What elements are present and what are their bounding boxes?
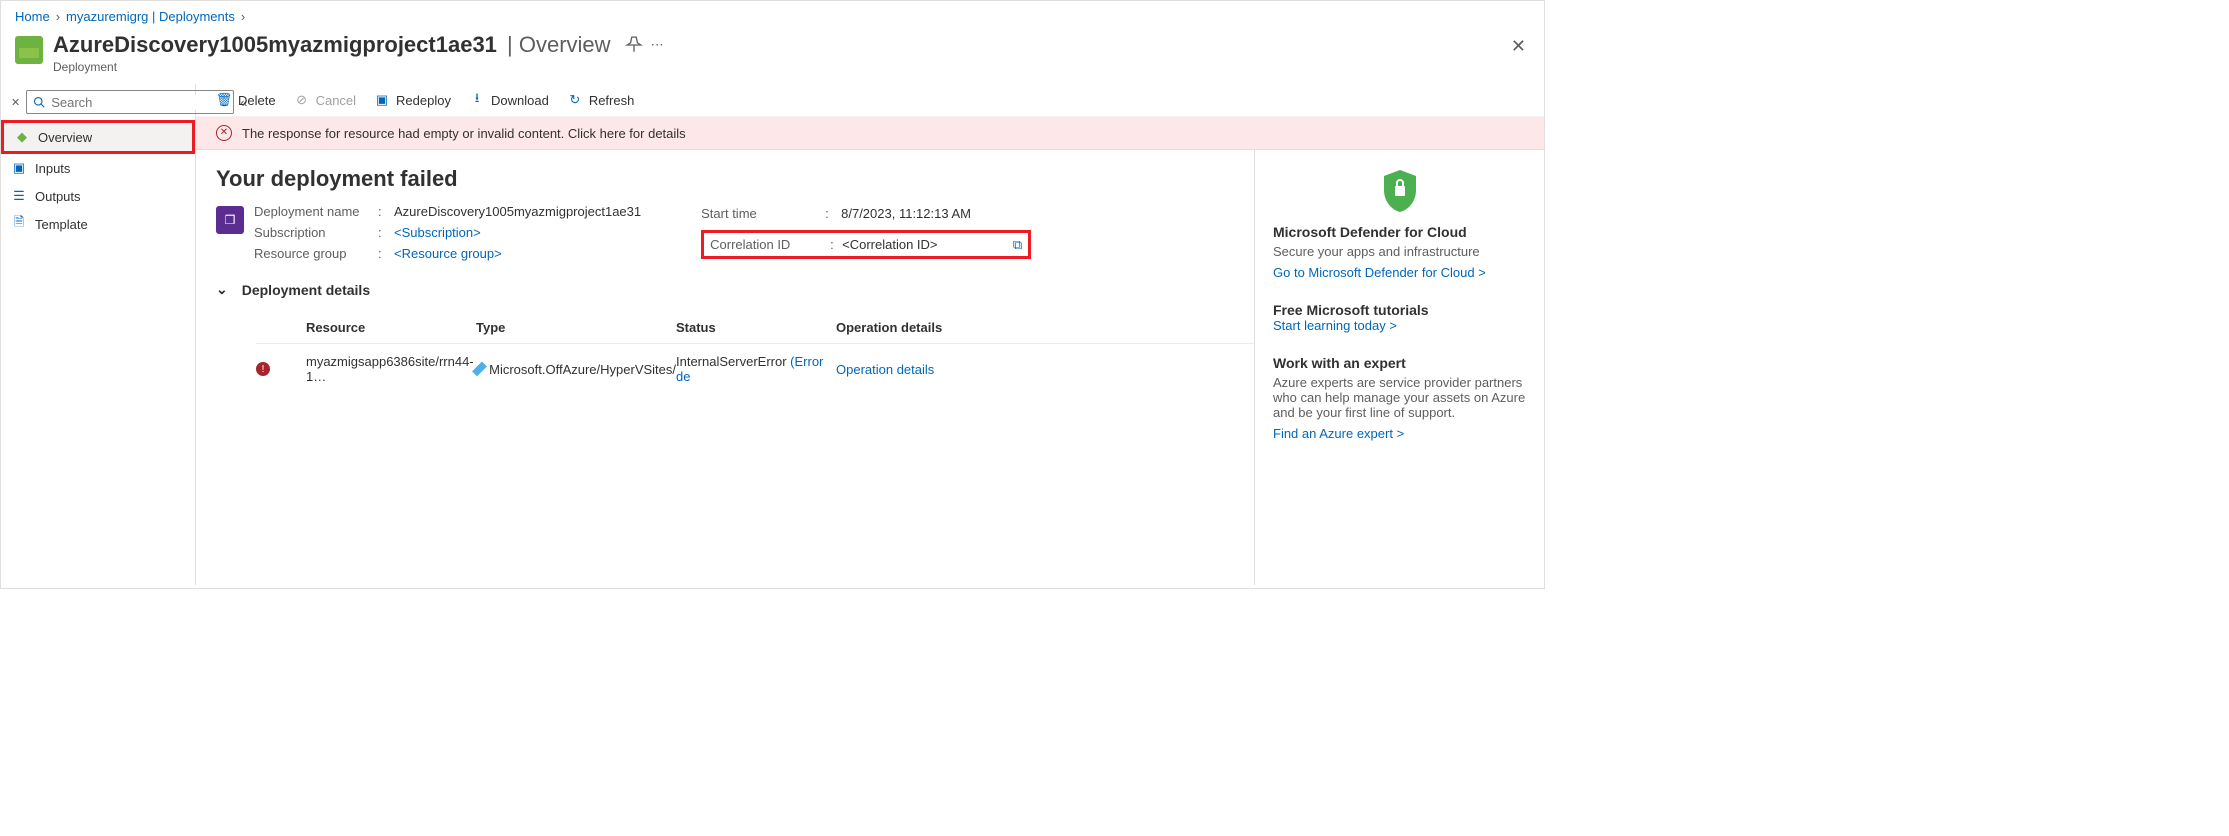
table-header: Resource	[306, 320, 476, 335]
kv-value: 8/7/2023, 11:12:13 AM	[841, 206, 1031, 221]
error-banner[interactable]: ✕ The response for resource had empty or…	[196, 117, 1544, 150]
clear-icon[interactable]: ✕	[11, 96, 20, 109]
status-heading: Your deployment failed	[216, 166, 1234, 192]
error-banner-text: The response for resource had empty or i…	[242, 126, 686, 141]
breadcrumb: Home › myazuremigrg | Deployments ›	[1, 1, 1544, 28]
sidebar-item-overview[interactable]: ◆ Overview	[1, 120, 195, 154]
breadcrumb-rg[interactable]: myazuremigrg | Deployments	[66, 9, 235, 24]
sidebar-item-template[interactable]: 🗎 Template	[1, 210, 195, 238]
sidebar-item-label: Inputs	[35, 161, 70, 176]
expert-link[interactable]: Find an Azure expert >	[1273, 426, 1404, 441]
kv-key: Subscription	[254, 225, 374, 240]
pin-icon[interactable]	[625, 36, 643, 54]
breadcrumb-home[interactable]: Home	[15, 9, 50, 24]
subscription-link[interactable]: <Subscription>	[394, 225, 641, 240]
toolbar: 🗑 Delete ⊘ Cancel ▣ Redeploy ⭳ Download …	[196, 84, 1544, 117]
more-icon[interactable]: ⋯	[651, 37, 665, 53]
close-icon[interactable]: ✕	[1511, 36, 1526, 57]
error-icon: ✕	[216, 125, 232, 141]
cancel-icon: ⊘	[294, 92, 310, 108]
table-row: ! myazmigsapp6386site/rrn44-1… Microsoft…	[256, 344, 1254, 394]
refresh-icon: ↻	[567, 92, 583, 108]
right-pane: Microsoft Defender for Cloud Secure your…	[1254, 150, 1544, 585]
chevron-right-icon: ›	[56, 9, 60, 24]
status-cell: InternalServerError (Error de	[676, 354, 836, 384]
expert-heading: Work with an expert	[1273, 355, 1526, 371]
sidebar-item-outputs[interactable]: ☰ Outputs	[1, 182, 195, 210]
sidebar-item-inputs[interactable]: ▣ Inputs	[1, 154, 195, 182]
page-title: AzureDiscovery1005myazmigproject1ae31	[53, 32, 497, 58]
redeploy-button[interactable]: ▣ Redeploy	[374, 92, 451, 108]
deployment-icon	[15, 36, 43, 64]
page-title-suffix: | Overview	[501, 32, 611, 58]
shield-icon	[1380, 168, 1420, 214]
resource-cell: myazmigsapp6386site/rrn44-1…	[306, 354, 476, 384]
table-header: Status	[676, 320, 836, 335]
download-icon: ⭳	[469, 92, 485, 108]
defender-heading: Microsoft Defender for Cloud	[1273, 224, 1526, 240]
template-icon: 🗎	[11, 216, 27, 232]
kv-key: Correlation ID	[710, 237, 830, 252]
download-button[interactable]: ⭳ Download	[469, 92, 549, 108]
cancel-button: ⊘ Cancel	[294, 92, 356, 108]
copy-icon[interactable]: ⧉	[1013, 237, 1022, 253]
sidebar-item-label: Template	[35, 217, 88, 232]
chevron-right-icon: ›	[241, 9, 245, 24]
deployment-details-toggle[interactable]: ⌄ Deployment details	[216, 281, 1234, 298]
kv-key: Resource group	[254, 246, 374, 261]
defender-text: Secure your apps and infrastructure	[1273, 244, 1526, 259]
redeploy-icon: ▣	[374, 92, 390, 108]
search-icon	[33, 96, 45, 108]
type-cell: Microsoft.OffAzure/HyperVSites/	[476, 362, 676, 377]
sidebar-item-label: Outputs	[35, 189, 81, 204]
deployment-cube-icon: ❒	[216, 206, 244, 234]
expert-text: Azure experts are service provider partn…	[1273, 375, 1526, 420]
sidebar: ✕ « ◆ Overview ▣ Inputs ☰ Outputs	[1, 84, 196, 585]
operation-details-link[interactable]: Operation details	[836, 362, 996, 377]
inputs-icon: ▣	[11, 160, 27, 176]
refresh-button[interactable]: ↻ Refresh	[567, 92, 635, 108]
page-header: AzureDiscovery1005myazmigproject1ae31 | …	[1, 28, 1544, 84]
tutorials-heading: Free Microsoft tutorials	[1273, 302, 1526, 318]
defender-link[interactable]: Go to Microsoft Defender for Cloud >	[1273, 265, 1486, 280]
tutorials-link[interactable]: Start learning today >	[1273, 318, 1397, 333]
kv-key: Start time	[701, 206, 821, 221]
delete-button[interactable]: 🗑 Delete	[216, 92, 276, 108]
overview-icon: ◆	[14, 129, 30, 145]
kv-key: Deployment name	[254, 204, 374, 219]
outputs-icon: ☰	[11, 188, 27, 204]
correlation-id-value: <Correlation ID>	[842, 237, 1022, 252]
chevron-down-icon: ⌄	[216, 281, 228, 298]
error-dot-icon: !	[256, 362, 270, 376]
table-header: Type	[476, 320, 676, 335]
page-subtitle: Deployment	[53, 60, 665, 74]
trash-icon: 🗑	[216, 92, 232, 108]
resource-group-link[interactable]: <Resource group>	[394, 246, 641, 261]
table-header: Operation details	[836, 320, 996, 335]
sidebar-item-label: Overview	[38, 130, 92, 145]
kv-value: AzureDiscovery1005myazmigproject1ae31	[394, 204, 641, 219]
